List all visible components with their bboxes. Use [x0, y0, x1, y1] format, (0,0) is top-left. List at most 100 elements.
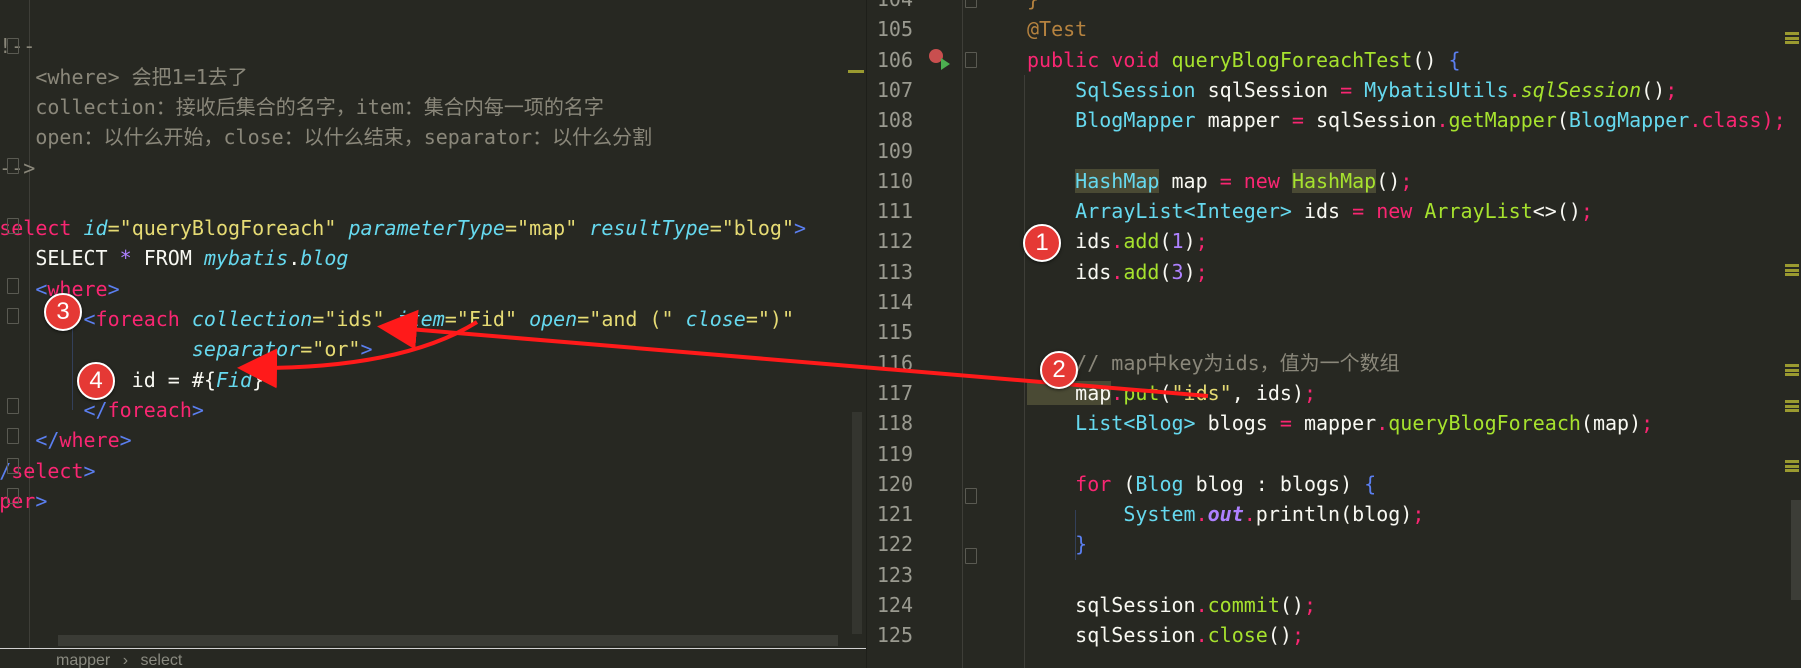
code-token: <>(): [1532, 199, 1581, 224]
fold-icon[interactable]: [7, 158, 19, 174]
code-token: ="map": [504, 216, 590, 241]
code-line[interactable]: </where>: [0, 425, 132, 455]
fold-icon[interactable]: [965, 488, 977, 504]
code-token: @Test: [1027, 17, 1088, 42]
code-line[interactable]: }: [1027, 529, 1087, 559]
breadcrumb-item-mapper[interactable]: mapper: [56, 652, 110, 668]
code-token: (): [1376, 168, 1401, 193]
code-token: foreach: [95, 307, 192, 331]
code-token: ;: [1665, 77, 1678, 102]
code-line[interactable]: for (Blog blog : blogs) {: [1027, 469, 1376, 499]
warning-marker[interactable]: [1785, 400, 1799, 412]
code-line[interactable]: BlogMapper mapper = sqlSession.getMapper…: [1027, 105, 1786, 135]
run-test-icon[interactable]: [941, 58, 950, 70]
divider: [0, 648, 866, 649]
code-token: {: [1448, 47, 1461, 72]
fold-icon[interactable]: [965, 548, 977, 564]
fold-icon[interactable]: [965, 52, 977, 68]
code-line[interactable]: sqlSession.commit();: [1027, 590, 1316, 620]
fold-icon[interactable]: [7, 488, 19, 504]
code-token: commit: [1207, 593, 1280, 617]
xml-editor-pane[interactable]: <!-- <where> 会把1=1去了 collection：接收后集合的名字…: [0, 0, 866, 668]
code-line[interactable]: <where> 会把1=1去了: [0, 62, 247, 92]
code-token: "ids": [1171, 380, 1232, 405]
code-line[interactable]: sqlSession.close();: [1027, 620, 1304, 650]
code-token: item: [396, 307, 445, 331]
code-token: sqlSession: [1027, 593, 1196, 617]
code-line[interactable]: System.out.println(blog);: [1027, 499, 1424, 529]
code-token: queryBlogForeach: [1388, 411, 1581, 436]
code-token: (): [1412, 47, 1449, 72]
line-number: 115: [876, 320, 913, 345]
code-line[interactable]: separator="or">: [0, 334, 373, 364]
code-token: >: [794, 216, 807, 241]
warning-marker[interactable]: [1785, 32, 1799, 44]
code-line[interactable]: @Test: [1027, 14, 1087, 44]
warning-marker[interactable]: [848, 70, 864, 73]
code-token: ;: [1580, 199, 1593, 224]
breadcrumb-separator: ›: [122, 652, 129, 668]
code-line[interactable]: <select id="queryBlogForeach" parameterT…: [0, 213, 806, 243]
code-token: ;: [1400, 168, 1413, 193]
code-token: ="ids": [312, 307, 397, 331]
code-line[interactable]: ids.add(3);: [1027, 257, 1208, 287]
code-token: sqlSession: [1520, 77, 1642, 102]
code-token: *: [119, 246, 144, 271]
warning-marker[interactable]: [1785, 460, 1799, 472]
code-token: ): [1183, 259, 1196, 284]
code-line[interactable]: public void queryBlogForeachTest() {: [1027, 45, 1461, 75]
code-token: (): [1641, 77, 1666, 102]
code-token: (map): [1580, 411, 1642, 436]
code-line[interactable]: ArrayList<Integer> ids = new ArrayList<>…: [1027, 196, 1593, 226]
code-token: List<Blog>: [1027, 411, 1208, 436]
java-editor-pane[interactable]: 104} 105 @Test 106 public void queryBlogFore…: [866, 0, 1801, 668]
fold-icon[interactable]: [7, 38, 19, 54]
code-token: ids: [1303, 199, 1353, 224]
code-line[interactable]: id = #{Fid}: [0, 365, 264, 395]
warning-marker[interactable]: [1785, 264, 1799, 276]
code-line[interactable]: }: [1027, 0, 1039, 14]
line-number: 109: [876, 138, 913, 163]
code-line[interactable]: // map中key为ids，值为一个数组: [1027, 348, 1400, 378]
indent-guide: [1024, 75, 1025, 668]
line-number: 124: [876, 593, 913, 617]
fold-icon[interactable]: [7, 278, 19, 294]
code-token: sqlSession: [1207, 77, 1341, 102]
fold-icon[interactable]: [7, 428, 19, 444]
vertical-scrollbar[interactable]: [1791, 500, 1801, 600]
code-token: =: [1340, 77, 1365, 102]
vertical-scrollbar[interactable]: [852, 412, 862, 634]
code-line[interactable]: collection：接收后集合的名字，item：集合内每一项的名字: [0, 92, 604, 122]
code-token: = new: [1219, 168, 1292, 193]
code-line[interactable]: HashMap map = new HashMap();: [1027, 166, 1412, 196]
code-token: ="Fid": [444, 307, 530, 331]
fold-icon[interactable]: [7, 398, 19, 414]
code-token: #{: [191, 367, 216, 392]
code-line[interactable]: SqlSession sqlSession = MybatisUtils.sql…: [1027, 75, 1677, 105]
line-number: 116: [876, 350, 913, 375]
code-token: .: [1195, 502, 1208, 527]
code-token: ;: [1641, 411, 1654, 436]
code-token: open: [529, 307, 578, 331]
fold-icon[interactable]: [965, 0, 977, 8]
code-token: add: [1123, 259, 1160, 284]
fold-icon[interactable]: [7, 458, 19, 474]
code-line[interactable]: </foreach>: [0, 395, 203, 425]
horizontal-scrollbar[interactable]: [58, 635, 838, 646]
fold-icon[interactable]: [7, 308, 19, 324]
code-token: HashMap: [1075, 168, 1160, 193]
code-token: >: [107, 276, 120, 301]
line-number: 120: [876, 471, 913, 496]
code-token: {: [1364, 471, 1377, 496]
code-line[interactable]: <foreach collection="ids" item="Fid" ope…: [0, 304, 794, 334]
code-line[interactable]: List<Blog> blogs = mapper.queryBlogForea…: [1027, 408, 1653, 438]
code-line[interactable]: open：以什么开始，close：以什么结束，separator：以什么分割: [0, 122, 652, 152]
code-token: collection：接收后集合的名字，item：集合内每一项的名字: [0, 94, 604, 119]
code-token: >: [119, 428, 132, 453]
breadcrumb-item-select[interactable]: select: [140, 652, 182, 668]
warning-marker[interactable]: [1785, 364, 1799, 376]
code-token: ;: [1195, 259, 1208, 284]
code-line[interactable]: SELECT * FROM mybatis.blog: [0, 243, 348, 273]
code-token: out: [1207, 502, 1244, 527]
fold-icon[interactable]: [7, 218, 19, 234]
